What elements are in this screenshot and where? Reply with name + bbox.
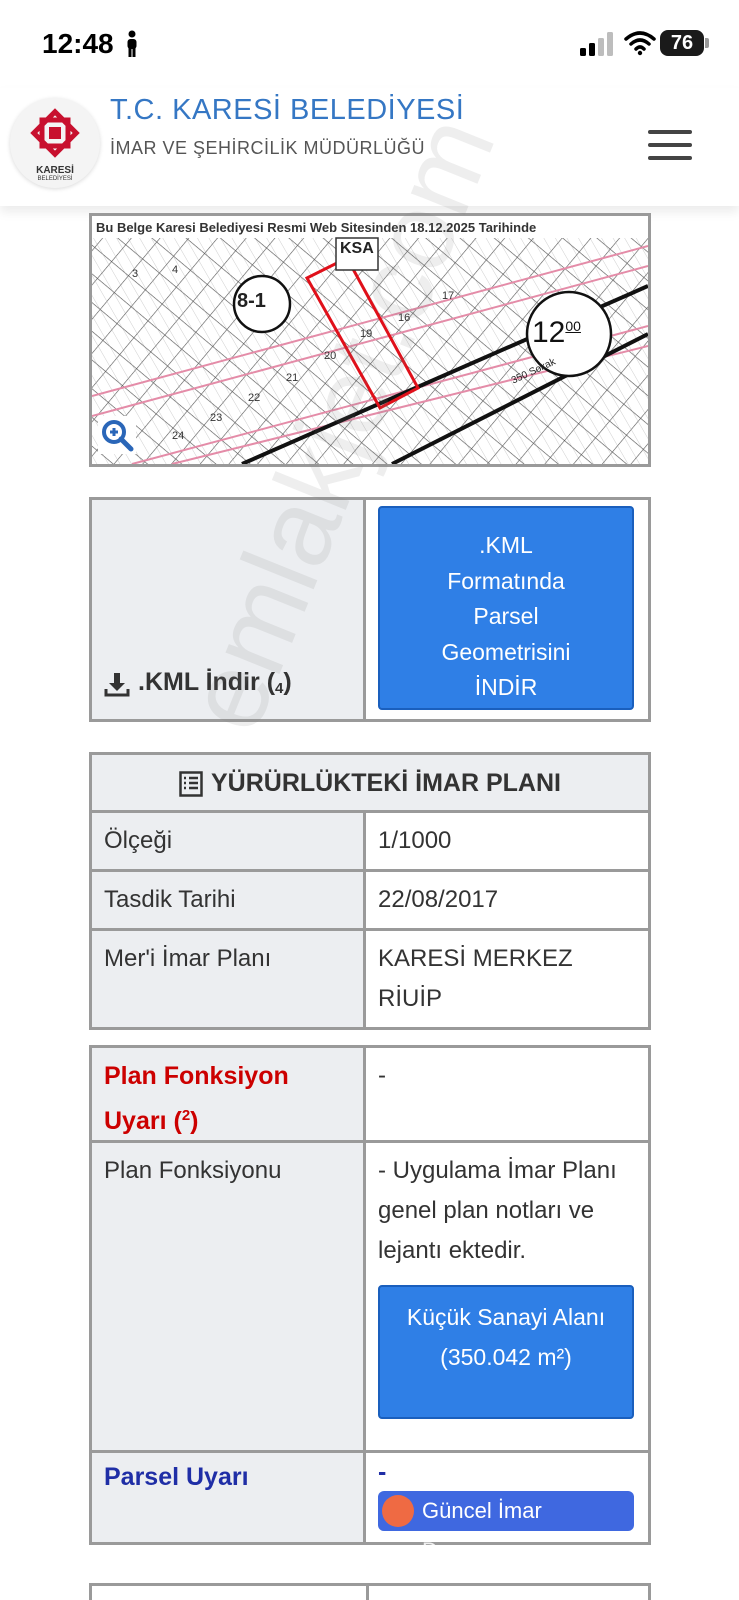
parsel-warning-text: Parsel Uyarı	[104, 1463, 249, 1491]
row-value: 22/08/2017	[378, 886, 499, 913]
kml-download-sup: 4	[275, 680, 284, 697]
map-parcel-label: 21	[286, 372, 299, 384]
map-parcel-label: 23	[210, 412, 223, 424]
plan-function-table: Plan Fonksiyon Uyarı (2) - Plan Fonksiyo…	[89, 1045, 651, 1563]
plan-function-warning-value: -	[378, 1062, 386, 1089]
status-time: 12:48	[42, 28, 114, 59]
kml-button-line: .KML	[479, 532, 533, 558]
row-label: Tasdik Tarihi	[92, 872, 366, 928]
download-icon	[104, 673, 130, 697]
row-label: Mer'i İmar Planı	[92, 931, 366, 1027]
plan-function-warning-label: Plan Fonksiyon Uyarı (2)	[92, 1048, 366, 1140]
org-subtitle: İMAR VE ŞEHİRCİLİK MÜDÜRLÜĞÜ	[110, 138, 426, 158]
kml-button-line: Formatında	[447, 567, 565, 594]
map-parcel-label: 4	[172, 264, 179, 276]
person-icon	[127, 30, 137, 57]
kml-download-button[interactable]: .KML Formatında Parsel Geometrisini İNDİ…	[378, 506, 634, 710]
logo-subname: BELEDİYESİ	[37, 176, 73, 182]
map-caption: Bu Belge Karesi Belediyesi Resmi Web Sit…	[96, 220, 537, 235]
table-row: Plan Fonksiyonu - Uygulama İmar Planı ge…	[92, 1140, 648, 1450]
kml-button-line: Parsel	[473, 603, 539, 629]
table-row: Tasdik Tarihi 22/08/2017	[92, 869, 648, 928]
plan-function-label: Plan Fonksiyonu	[92, 1143, 366, 1450]
kml-button-line: Geometrisini	[441, 638, 571, 665]
map-parcel-label: 22	[248, 392, 261, 404]
map-parcel-label: 3	[132, 268, 139, 280]
guncel-imar-label: Güncel İmar	[422, 1498, 542, 1523]
parsel-warning-value-cell: - Güncel İmar Durumu	[366, 1453, 648, 1563]
warning-label-sup: 2	[181, 1107, 191, 1124]
list-icon	[179, 770, 203, 797]
wifi-icon	[624, 31, 656, 56]
warning-label-close: )	[190, 1107, 199, 1135]
zoom-icon[interactable]	[98, 416, 136, 454]
parcel-map[interactable]: Bu Belge Karesi Belediyesi Resmi Web Sit…	[89, 213, 651, 467]
parsel-warning-value: -	[378, 1458, 387, 1486]
location-icon	[382, 1495, 414, 1527]
map-label-ksa: KSA	[340, 240, 374, 257]
status-bar: 12:48 76	[0, 0, 739, 88]
kml-download-close: )	[283, 668, 292, 696]
map-label-zone: 8-1	[237, 290, 266, 312]
map-label-scale: 1200	[532, 316, 581, 350]
parsel-warning-label: Parsel Uyarı	[92, 1453, 366, 1542]
table-row: Parsel Uyarı - Güncel İmar Durumu	[92, 1450, 648, 1563]
map-parcel-label: 19	[360, 328, 373, 340]
kml-row: .KML İndir (4) .KML Formatında Parsel Ge…	[92, 500, 648, 719]
logo-text: KARESİ BELEDİYESİ	[10, 166, 100, 184]
table-row: Ölçeği 1/1000	[92, 810, 648, 869]
guncel-imar-button[interactable]: Güncel İmar Durumu	[378, 1491, 634, 1563]
map-parcel-label: 24	[172, 430, 185, 442]
row-label: Ölçeği	[92, 813, 366, 869]
site-header: KARESİ BELEDİYESİ T.C. KARESİ BELEDİYESİ…	[0, 88, 739, 206]
map-parcel-label: 17	[442, 290, 455, 302]
kml-button-line: İNDİR	[474, 674, 538, 700]
battery-icon: 76	[660, 30, 704, 56]
imar-plan-heading: YÜRÜRLÜKTEKİ İMAR PLANI	[92, 755, 648, 810]
map-scale-sup: 00	[565, 318, 581, 334]
plan-function-value: - Uygulama İmar Planı genel plan notları…	[378, 1157, 617, 1264]
kml-download-link[interactable]: .KML İndir (4)	[92, 500, 366, 719]
signal-icon	[580, 32, 613, 56]
kml-button-cell: .KML Formatında Parsel Geometrisini İNDİ…	[366, 500, 648, 719]
next-table-peek	[89, 1583, 651, 1600]
kml-download-table: .KML İndir (4) .KML Formatında Parsel Ge…	[89, 497, 651, 722]
guncel-imar-sub-label: Durumu	[422, 1538, 501, 1563]
table-row: Plan Fonksiyon Uyarı (2) -	[92, 1048, 648, 1140]
map-scale-number: 12	[532, 316, 566, 349]
table-row: Mer'i İmar Planı KARESİ MERKEZ RİUİP	[92, 928, 648, 1027]
logo-emblem-icon	[30, 108, 80, 158]
hamburger-icon[interactable]	[648, 130, 692, 160]
row-value: KARESİ MERKEZ RİUİP	[378, 945, 573, 1012]
plan-function-value-cell: - Uygulama İmar Planı genel plan notları…	[366, 1143, 648, 1450]
map-parcel-label: 16	[398, 312, 411, 324]
org-title[interactable]: T.C. KARESİ BELEDİYESİ	[110, 94, 464, 127]
kml-download-label: .KML İndir (	[138, 668, 276, 696]
row-value: 1/1000	[378, 827, 452, 854]
battery-tip	[705, 38, 709, 48]
imar-plan-table: YÜRÜRLÜKTEKİ İMAR PLANI Ölçeği 1/1000 Ta…	[89, 752, 651, 1030]
map-parcel-label: 20	[324, 350, 337, 362]
karesi-logo[interactable]: KARESİ BELEDİYESİ	[10, 98, 100, 188]
kucuk-sanayi-button[interactable]: Küçük Sanayi Alanı (350.042 m²)	[378, 1285, 634, 1419]
imar-plan-title: YÜRÜRLÜKTEKİ İMAR PLANI	[211, 769, 561, 797]
